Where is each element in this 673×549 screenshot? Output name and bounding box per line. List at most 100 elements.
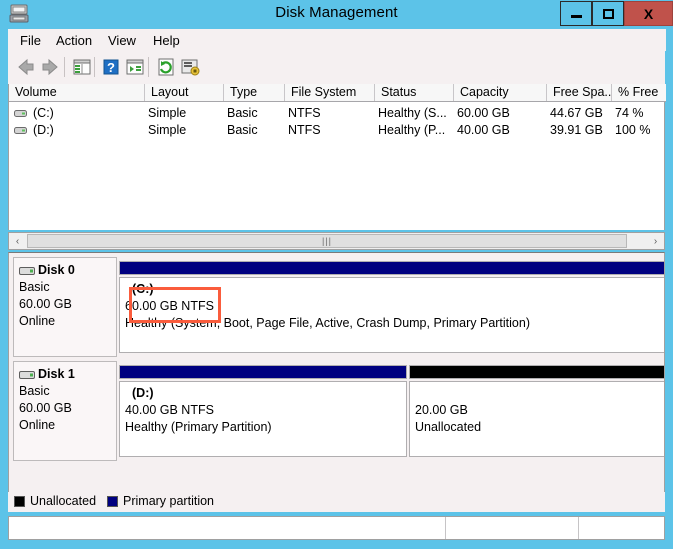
status-pane-3 [579,517,664,539]
legend-label-primary-partition: Primary partition [123,494,214,508]
table-row[interactable]: (D:) Simple Basic NTFS Healthy (P... 40.… [9,122,666,139]
column-header-percent-free[interactable]: % Free [612,84,666,101]
toolbar-separator [94,57,95,77]
help-icon[interactable]: ? [99,55,123,79]
cell-capacity: 40.00 GB [457,123,510,137]
svg-text:?: ? [107,60,115,75]
status-pane-1 [9,517,446,539]
properties-icon[interactable] [123,55,147,79]
status-bar [8,516,665,540]
legend-swatch-unallocated [14,496,25,507]
partition-label-d: (D:) [132,386,154,400]
partition-color-bar-d [119,365,407,379]
cell-status: Healthy (P... [378,123,446,137]
toolbar-separator [64,57,65,77]
disk-row-1: Disk 1 Basic 60.00 GB Online (D:) 40.00 … [13,361,664,461]
cell-capacity: 60.00 GB [457,106,510,120]
menu-item-file[interactable]: File [15,32,46,49]
scroll-left-icon[interactable]: ‹ [9,233,26,249]
disk-type-1: Basic [19,384,50,398]
cell-percent-free: 74 % [615,106,644,120]
volume-drive-icon [14,125,27,136]
scrollbar-thumb[interactable]: ||| [27,234,627,248]
rescan-disks-icon[interactable] [178,55,202,79]
column-header-free-space[interactable]: Free Spa... [547,84,612,101]
menu-item-action[interactable]: Action [51,32,97,49]
horizontal-scrollbar[interactable]: ‹ ||| › [8,232,665,250]
volume-list-header: Volume Layout Type File System Status Ca… [9,84,666,102]
disk-size-1: 60.00 GB [19,401,72,415]
disk-info-panel-0[interactable]: Disk 0 Basic 60.00 GB Online [13,257,117,357]
maximize-icon [602,8,614,19]
disk-row-0: Disk 0 Basic 60.00 GB Online (C:) 60.00 … [13,257,664,357]
partition-status-c: Healthy (System, Boot, Page File, Active… [125,316,530,330]
minimize-button[interactable] [560,1,592,26]
cell-layout: Simple [148,106,187,120]
disk-state-0: Online [19,314,56,328]
cell-file-system: NTFS [288,106,321,120]
cell-volume: (D:) [33,123,54,137]
legend-swatch-primary-partition [107,496,118,507]
cell-free-space: 39.91 GB [550,123,603,137]
graphical-disk-view: Disk 0 Basic 60.00 GB Online (C:) 60.00 … [8,252,665,510]
table-row[interactable]: (C:) Simple Basic NTFS Healthy (S... 60.… [9,105,666,122]
disk-info-panel-1[interactable]: Disk 1 Basic 60.00 GB Online [13,361,117,461]
legend: Unallocated Primary partition [8,492,665,512]
column-header-status[interactable]: Status [375,84,454,101]
cell-layout: Simple [148,123,187,137]
partition-box-c[interactable]: (C:) 60.00 GB NTFS Healthy (System, Boot… [119,277,664,353]
partition-size-unallocated: 20.00 GB [415,403,468,417]
column-header-volume[interactable]: Volume [9,84,145,101]
title-bar: Disk Management X [0,0,673,28]
partition-size-d: 40.00 GB NTFS [125,403,214,417]
show-hide-console-tree-icon[interactable] [70,55,94,79]
refresh-icon[interactable] [154,55,178,79]
cell-status: Healthy (S... [378,106,447,120]
partition-status-d: Healthy (Primary Partition) [125,420,272,434]
maximize-button[interactable] [592,1,624,26]
disk-name-1: Disk 1 [38,367,75,381]
partition-box-unallocated[interactable]: 20.00 GB Unallocated [409,381,664,457]
toolbar-separator [148,57,149,77]
disk-management-window: Disk Management X File Action View Help [0,0,673,549]
partition-status-unallocated: Unallocated [415,420,482,434]
cell-percent-free: 100 % [615,123,651,137]
partition-color-bar-c [119,261,664,275]
volume-drive-icon [14,108,27,119]
forward-icon[interactable] [38,55,62,79]
volume-list-pane: Volume Layout Type File System Status Ca… [8,84,666,230]
close-icon: X [643,5,654,22]
menu-item-help[interactable]: Help [148,32,185,49]
partition-box-d[interactable]: (D:) 40.00 GB NTFS Healthy (Primary Part… [119,381,407,457]
close-button[interactable]: X [624,1,673,26]
back-icon[interactable] [14,55,38,79]
disk-state-1: Online [19,418,56,432]
scrollbar-grip-icon: ||| [321,236,332,246]
toolbar: ? [8,51,665,85]
disk-partitions-area-0: (C:) 60.00 GB NTFS Healthy (System, Boot… [119,257,664,357]
status-pane-2 [446,517,579,539]
partition-label-c: (C:) [132,282,154,296]
disk-partitions-area-1: (D:) 40.00 GB NTFS Healthy (Primary Part… [119,361,664,461]
menu-bar: File Action View Help [8,29,666,51]
disk-icon [19,264,35,275]
scroll-right-icon[interactable]: › [647,233,664,249]
cell-type: Basic [227,123,258,137]
menu-item-view[interactable]: View [103,32,141,49]
column-header-capacity[interactable]: Capacity [454,84,547,101]
minimize-icon [570,15,582,18]
disk-size-0: 60.00 GB [19,297,72,311]
disk-type-0: Basic [19,280,50,294]
disk-name-0: Disk 0 [38,263,75,277]
cell-free-space: 44.67 GB [550,106,603,120]
cell-volume: (C:) [33,106,54,120]
column-header-type[interactable]: Type [224,84,285,101]
cell-type: Basic [227,106,258,120]
column-header-file-system[interactable]: File System [285,84,375,101]
partition-color-bar-unallocated [409,365,664,379]
disk-icon [19,368,35,379]
partition-size-c: 60.00 GB NTFS [125,299,214,313]
legend-label-unallocated: Unallocated [30,494,97,508]
cell-file-system: NTFS [288,123,321,137]
column-header-layout[interactable]: Layout [145,84,224,101]
